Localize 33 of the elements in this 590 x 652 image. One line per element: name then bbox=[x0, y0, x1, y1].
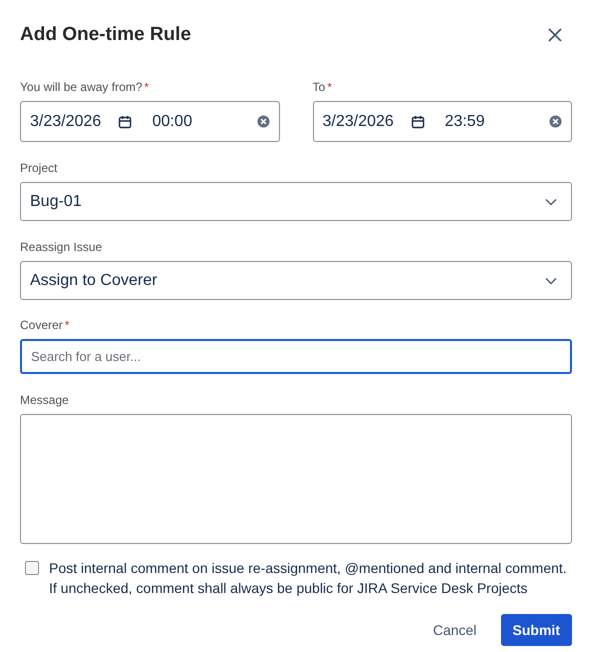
field-label: Reassign Issue bbox=[20, 240, 102, 254]
required-mark: * bbox=[327, 80, 332, 94]
field-label: Message bbox=[20, 393, 69, 407]
calendar-icon[interactable] bbox=[118, 114, 132, 128]
submit-button[interactable]: Submit bbox=[500, 614, 572, 646]
clear-icon[interactable] bbox=[549, 115, 562, 128]
date-time-field[interactable]: 3/23/2026 23:59 bbox=[312, 101, 572, 142]
time-value: 00:00 bbox=[152, 112, 194, 130]
clear-icon[interactable] bbox=[256, 115, 270, 128]
close-icon[interactable] bbox=[548, 28, 562, 42]
field-label: Coverer bbox=[20, 318, 63, 332]
date-time-field[interactable]: 3/23/2026 00:00 bbox=[20, 101, 280, 142]
select-field[interactable]: Assign to Coverer bbox=[20, 261, 572, 300]
user-search-field[interactable]: Search for a user... bbox=[20, 339, 572, 374]
calendar-icon[interactable] bbox=[410, 114, 425, 128]
dialog-title: Add One-time Rule bbox=[20, 24, 192, 46]
select-field[interactable]: Bug-01 bbox=[20, 182, 572, 221]
date-value: 3/23/2026 bbox=[322, 112, 394, 130]
time-value: 23:59 bbox=[444, 112, 486, 130]
field-label: Project bbox=[20, 161, 58, 175]
select-value: Assign to Coverer bbox=[30, 272, 158, 290]
chevron-down-icon bbox=[545, 276, 557, 284]
field-label: To bbox=[312, 80, 326, 94]
required-mark: * bbox=[144, 80, 149, 94]
field-label: You will be away from? bbox=[20, 80, 142, 94]
checkbox[interactable] bbox=[25, 561, 39, 575]
cancel-button[interactable]: Cancel bbox=[420, 614, 489, 646]
checkbox-label: Post internal comment on issue re-assignment, @mentioned and internal comment. If unchecked, comment shall always be public for JIRA Service Desk Projects bbox=[49, 559, 568, 598]
select-value: Bug-01 bbox=[30, 192, 82, 210]
required-mark: * bbox=[64, 318, 70, 332]
chevron-down-icon bbox=[545, 198, 557, 206]
date-value: 3/23/2026 bbox=[30, 112, 102, 130]
message-field[interactable] bbox=[20, 414, 572, 544]
